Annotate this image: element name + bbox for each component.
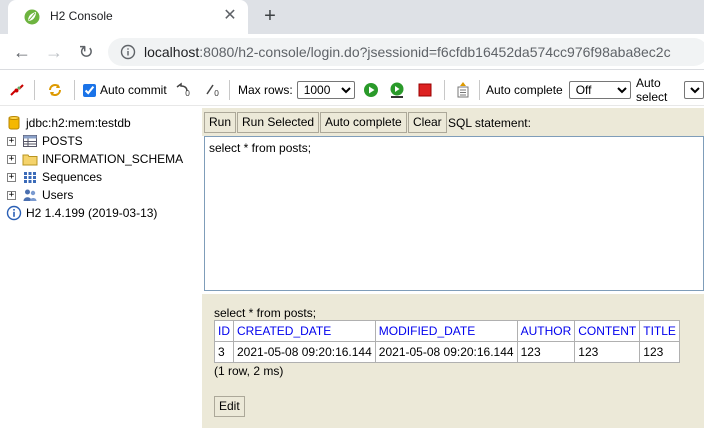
stop-icon — [418, 83, 432, 97]
sequence-icon — [24, 172, 36, 183]
cell-id: 3 — [214, 341, 234, 363]
play-icon — [364, 83, 378, 97]
column-header-author[interactable]: AUTHOR — [516, 320, 576, 342]
close-tab-icon[interactable]: ✕ — [222, 8, 238, 24]
cell-author: 123 — [516, 341, 576, 363]
results-panel: select * from posts; ID CREATED_DATE MOD… — [202, 294, 704, 428]
expand-icon[interactable]: + — [7, 154, 16, 164]
url-text: localhost:8080/h2-console/login.do?jsess… — [144, 44, 671, 60]
auto-complete-label: Auto complete — [486, 83, 563, 97]
history-button[interactable] — [454, 81, 472, 99]
auto-select-label: Auto select — [636, 76, 668, 104]
edit-button[interactable]: Edit — [214, 396, 245, 417]
disconnect-icon — [10, 84, 24, 96]
history-icon — [457, 82, 469, 98]
browser-tab-bar: H2 Console ✕ + — [0, 0, 704, 34]
cell-title: 123 — [639, 341, 680, 363]
tree-version-info: H2 1.4.199 (2019-03-13) — [0, 204, 157, 222]
refresh-icon — [49, 84, 61, 96]
play-step-icon — [390, 82, 404, 98]
auto-complete-control: Auto complete Off — [486, 81, 631, 99]
max-rows-select[interactable]: 1000 — [296, 81, 355, 99]
auto-select-control: Auto select — [636, 76, 704, 104]
toolbar-separator — [444, 80, 445, 100]
column-header-title[interactable]: TITLE — [639, 320, 680, 342]
auto-commit-label: Auto commit — [100, 83, 167, 97]
auto-select-select[interactable] — [684, 81, 704, 99]
run-button[interactable]: Run — [204, 112, 237, 133]
tree-item-label: Sequences — [42, 170, 103, 184]
tree-connection[interactable]: jdbc:h2:mem:testdb — [0, 114, 131, 132]
toolbar-separator — [229, 80, 230, 100]
commit-icon: 0 — [206, 84, 219, 98]
column-header-id[interactable]: ID — [214, 320, 234, 342]
sql-panel: Run Run Selected Auto complete Clear SQL… — [202, 108, 704, 428]
tree-item-information-schema[interactable]: + INFORMATION_SCHEMA — [0, 150, 183, 168]
execute-step-button[interactable] — [388, 81, 406, 99]
tree-item-label: Users — [42, 188, 74, 202]
h2-toolbar: Auto commit 0 0 Max rows: 1000 Auto comp… — [0, 74, 704, 106]
table-icon — [23, 135, 37, 147]
tree-item-posts[interactable]: + POSTS — [0, 132, 83, 150]
execute-button[interactable] — [362, 81, 380, 99]
auto-complete-button[interactable]: Auto complete — [320, 112, 407, 133]
auto-complete-select[interactable]: Off — [568, 81, 631, 99]
max-rows-label: Max rows: — [238, 83, 293, 97]
browser-nav-bar: ← → ↻ localhost:8080/h2-console/login.do… — [0, 34, 704, 70]
toolbar-separator — [479, 80, 480, 100]
folder-icon — [22, 154, 38, 166]
column-header-content[interactable]: CONTENT — [574, 320, 641, 342]
toolbar-separator — [34, 80, 35, 100]
cell-created-date: 2021-05-08 09:20:16.144 — [233, 341, 376, 363]
toolbar-separator — [74, 80, 75, 100]
spring-leaf-icon — [24, 9, 40, 25]
expand-icon[interactable]: + — [7, 190, 16, 200]
svg-text:0: 0 — [214, 89, 219, 98]
expand-icon[interactable]: + — [7, 136, 16, 146]
reload-icon[interactable]: ↻ — [76, 42, 96, 62]
cell-content: 123 — [574, 341, 641, 363]
max-rows-control: Max rows: 1000 — [238, 81, 355, 99]
new-tab-icon[interactable]: + — [260, 6, 280, 26]
rollback-icon: 0 — [176, 82, 190, 98]
connection-label: jdbc:h2:mem:testdb — [26, 116, 131, 130]
address-bar[interactable]: localhost:8080/h2-console/login.do?jsess… — [108, 38, 704, 66]
forward-arrow-icon[interactable]: → — [44, 42, 64, 62]
results-table: ID CREATED_DATE MODIFIED_DATE AUTHOR CON… — [214, 320, 680, 363]
svg-text:0: 0 — [185, 89, 190, 98]
column-header-modified-date[interactable]: MODIFIED_DATE — [374, 320, 518, 342]
column-header-created-date[interactable]: CREATED_DATE — [233, 320, 376, 342]
executed-query: select * from posts; — [214, 306, 317, 320]
tree-item-users[interactable]: + Users — [0, 186, 73, 204]
tree-item-sequences[interactable]: + Sequences — [0, 168, 102, 186]
info-icon[interactable] — [120, 44, 136, 60]
tab-title: H2 Console — [50, 9, 113, 23]
stop-button[interactable] — [416, 81, 434, 99]
tree-item-label: POSTS — [42, 134, 83, 148]
users-icon — [23, 189, 37, 201]
editor-button-bar: Run Run Selected Auto complete Clear SQL… — [202, 108, 704, 136]
auto-commit-checkbox[interactable] — [83, 83, 96, 97]
cell-modified-date: 2021-05-08 09:20:16.144 — [374, 341, 518, 363]
back-arrow-icon[interactable]: ← — [12, 42, 32, 62]
expand-icon[interactable]: + — [7, 172, 16, 182]
version-label: H2 1.4.199 (2019-03-13) — [26, 206, 158, 220]
results-header-row: ID CREATED_DATE MODIFIED_DATE AUTHOR CON… — [214, 320, 680, 342]
refresh-button[interactable] — [46, 81, 64, 99]
sql-editor[interactable]: select * from posts; — [204, 136, 704, 291]
tree-item-label: INFORMATION_SCHEMA — [42, 152, 184, 166]
info-icon — [6, 205, 22, 221]
object-tree: jdbc:h2:mem:testdb + POSTS + INFORMATION… — [0, 108, 202, 428]
browser-tab[interactable]: H2 Console ✕ — [8, 0, 248, 34]
commit-button[interactable]: 0 — [204, 81, 222, 99]
result-summary: (1 row, 2 ms) — [214, 364, 284, 378]
table-row: 3 2021-05-08 09:20:16.144 2021-05-08 09:… — [214, 341, 680, 363]
clear-button[interactable]: Clear — [408, 112, 447, 133]
sql-statement-label: SQL statement: — [448, 116, 531, 130]
rollback-button[interactable]: 0 — [174, 81, 192, 99]
auto-commit-toggle[interactable]: Auto commit — [83, 81, 167, 99]
database-icon — [8, 116, 20, 130]
disconnect-button[interactable] — [8, 81, 26, 99]
run-selected-button[interactable]: Run Selected — [237, 112, 320, 133]
